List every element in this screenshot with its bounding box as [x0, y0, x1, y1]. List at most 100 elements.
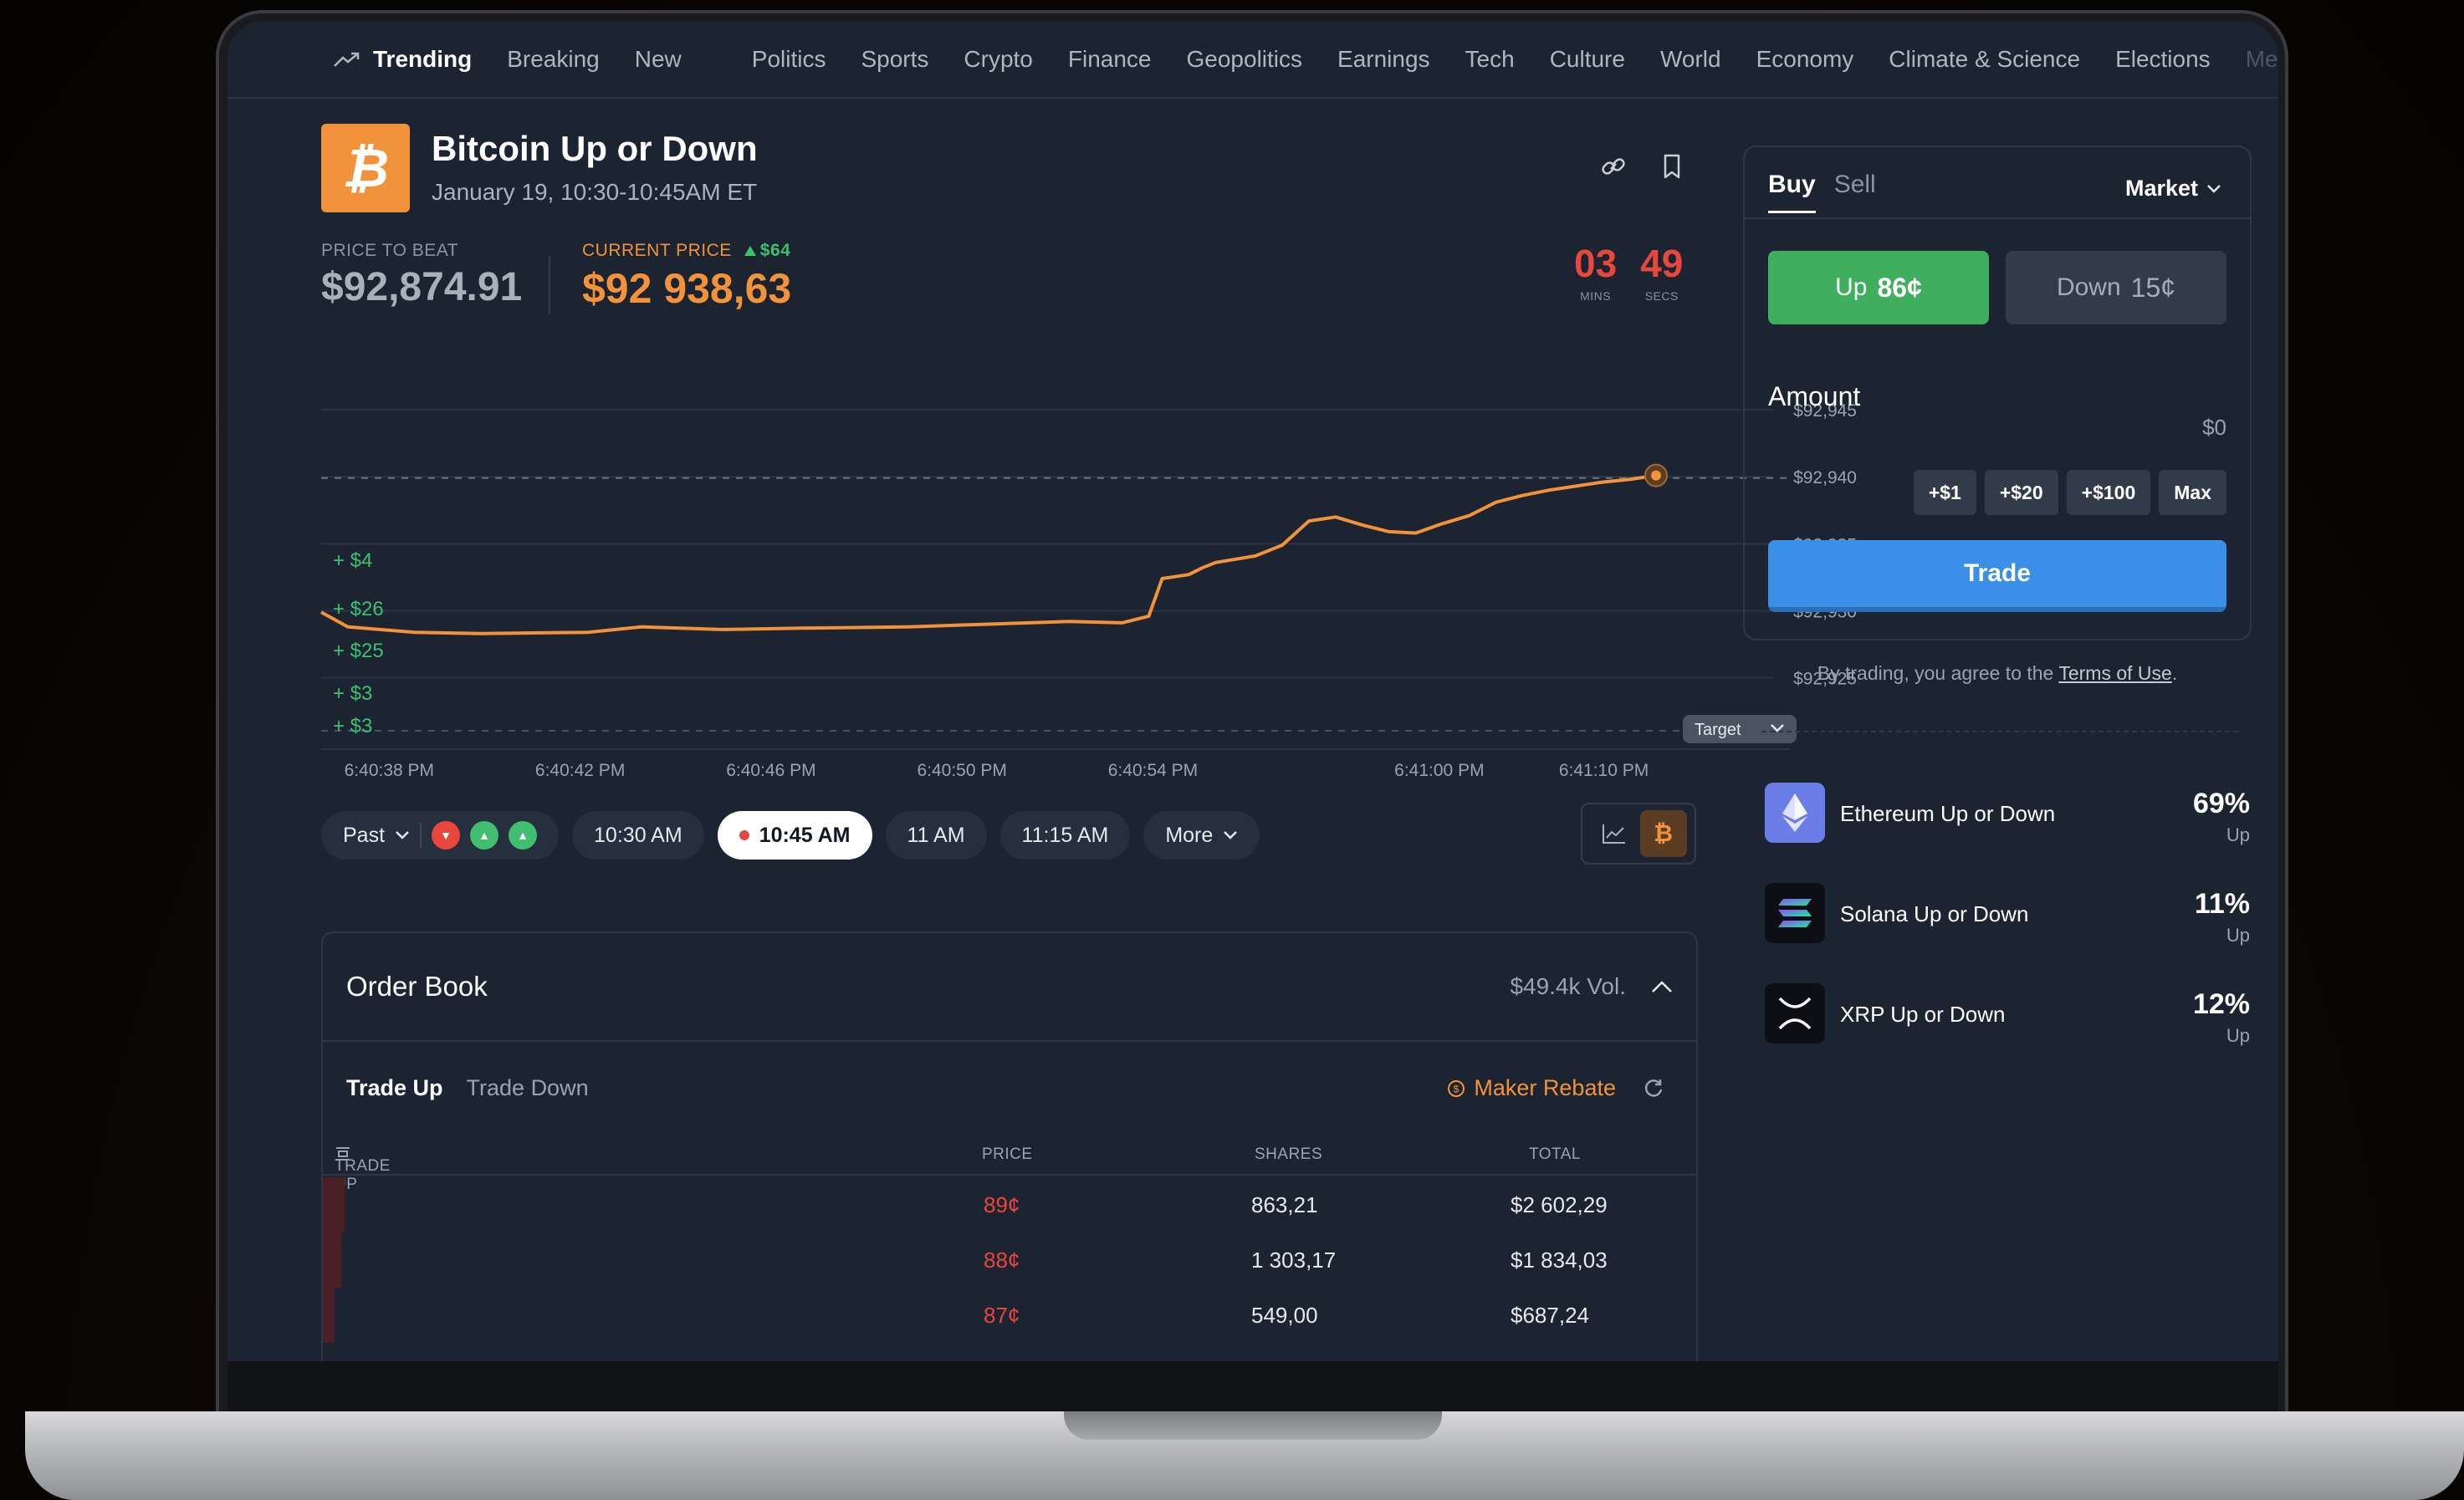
order-book-row[interactable]: 88¢ 1 303,17 $1 834,03	[323, 1232, 1696, 1288]
order-total: $1 834,03	[1511, 1247, 1608, 1273]
buy-down-button[interactable]: Down 15¢	[2006, 251, 2226, 324]
bitcoin-logo-icon: ₿	[321, 124, 410, 212]
trade-label: + $3	[333, 715, 372, 737]
trade-panel-divider	[1745, 217, 2250, 219]
past-rounds-dropdown[interactable]: Past ▼ ▲ ▲	[321, 811, 560, 860]
tab-trade-down[interactable]: Trade Down	[467, 1075, 589, 1101]
related-sub: Up	[2226, 824, 2250, 845]
order-price: 89¢	[984, 1192, 1020, 1217]
terms-notice: By trading, you agree to the Terms of Us…	[1743, 662, 2252, 685]
terms-text: By trading, you agree to the	[1817, 662, 2054, 684]
buy-up-button[interactable]: Up 86¢	[1768, 251, 1989, 324]
laptop-notch	[1064, 1411, 1442, 1440]
order-book-header[interactable]: Order Book $49.4k Vol.	[323, 933, 1696, 1042]
app-screen: Trending Breaking New Politics Sports Cr…	[227, 22, 2278, 1361]
quick-amount-100[interactable]: +$100	[2066, 470, 2151, 515]
x-tick-label: 6:40:42 PM	[535, 761, 625, 780]
order-book-row[interactable]: 89¢ 863,21 $2 602,29	[323, 1177, 1696, 1232]
quick-amount-max[interactable]: Max	[2159, 470, 2226, 515]
category-nav: Trending Breaking New Politics Sports Cr…	[227, 22, 2278, 99]
order-total: $2 602,29	[1511, 1192, 1608, 1217]
related-market-xrp[interactable]: XRP Up or Down 12% Up	[1765, 980, 2250, 1047]
maker-rebate-label: Maker Rebate	[1474, 1075, 1616, 1100]
time-pill-1115[interactable]: 11:15 AM	[999, 811, 1131, 860]
chevron-up-icon[interactable]	[1651, 980, 1673, 993]
nav-item-more[interactable]: Me	[2246, 46, 2278, 73]
more-rounds-dropdown[interactable]: More	[1143, 811, 1260, 860]
current-price-label-row: CURRENT PRICE $64	[582, 241, 790, 261]
nav-item-tech[interactable]: Tech	[1465, 46, 1515, 73]
nav-item-breaking[interactable]: Breaking	[507, 46, 600, 73]
bookmark-icon[interactable]	[1658, 152, 1686, 181]
nav-item-earnings[interactable]: Earnings	[1337, 46, 1430, 73]
price-chart[interactable]: $92,945$92,940$92,935$92,930$92,9256:40:…	[311, 373, 1976, 791]
depth-bar	[323, 1177, 345, 1232]
nav-item-culture[interactable]: Culture	[1550, 46, 1625, 73]
tab-buy[interactable]: Buy	[1768, 171, 1816, 213]
quick-amount-20[interactable]: +$20	[1984, 470, 2058, 515]
trade-label: + $26	[333, 598, 384, 620]
price-delta: $64	[744, 241, 791, 261]
target-label: Target	[1695, 721, 1741, 739]
bitcoin-price-toggle[interactable]: ₿	[1639, 810, 1687, 857]
amount-input[interactable]: $0	[2202, 415, 2226, 441]
col-price: PRICE	[982, 1145, 1033, 1163]
maker-rebate-link[interactable]: $ Maker Rebate	[1447, 1075, 1616, 1101]
nav-item-elections[interactable]: Elections	[2115, 46, 2211, 73]
nav-item-new[interactable]: New	[635, 46, 682, 73]
depth-bar	[323, 1288, 335, 1343]
x-tick-label: 6:40:54 PM	[1108, 761, 1198, 780]
nav-item-finance[interactable]: Finance	[1068, 46, 1152, 73]
line-chart-toggle[interactable]	[1591, 810, 1638, 857]
up-price: 86¢	[1877, 272, 1922, 303]
down-price: 15¢	[2130, 272, 2176, 303]
trade-label: + $4	[333, 549, 372, 572]
up-label: Up	[1835, 273, 1868, 301]
order-type-dropdown[interactable]: Market	[2125, 176, 2221, 202]
order-book-title: Order Book	[346, 971, 488, 1002]
tab-sell[interactable]: Sell	[1834, 171, 1876, 213]
nav-item-trending[interactable]: Trending	[333, 46, 472, 73]
refresh-icon[interactable]	[1643, 1077, 1664, 1099]
nav-item-sports[interactable]: Sports	[861, 46, 928, 73]
countdown-mins: 03 MINS	[1574, 244, 1617, 303]
terms-link[interactable]: Terms of Use	[2058, 662, 2171, 684]
trade-label: + $3	[333, 682, 372, 705]
quick-amount-1[interactable]: +$1	[1913, 470, 1976, 515]
trade-button[interactable]: Trade	[1768, 540, 2226, 612]
more-label: More	[1165, 823, 1214, 847]
screen-bottom-bezel	[227, 1361, 2278, 1411]
col-trade-up: TRADE UP	[335, 1145, 390, 1193]
related-market-ethereum[interactable]: Ethereum Up or Down 69% Up	[1765, 779, 2250, 846]
depth-bar	[323, 1232, 341, 1288]
time-pill-11[interactable]: 11 AM	[885, 811, 987, 860]
order-book: Order Book $49.4k Vol. Trade Up Trade Do…	[321, 931, 1698, 1361]
order-shares: 1 303,17	[1251, 1247, 1337, 1273]
col-shares: SHARES	[1255, 1145, 1323, 1163]
countdown-secs-label: SECS	[1644, 289, 1679, 303]
buy-sell-tabs: Buy Sell	[1768, 171, 1876, 213]
nav-item-crypto[interactable]: Crypto	[964, 46, 1032, 73]
amount-label: Amount	[1768, 381, 1861, 411]
related-market-solana[interactable]: Solana Up or Down 11% Up	[1765, 880, 2250, 946]
price-delta-value: $64	[759, 241, 791, 260]
order-book-row[interactable]: 87¢ 549,00 $687,24	[323, 1288, 1696, 1343]
chevron-down-icon	[2207, 184, 2221, 193]
order-price: 87¢	[984, 1303, 1020, 1328]
triangle-up-icon	[744, 246, 756, 256]
order-shares: 549,00	[1251, 1303, 1318, 1328]
nav-item-world[interactable]: World	[1660, 46, 1721, 73]
nav-item-climate-science[interactable]: Climate & Science	[1889, 46, 2080, 73]
x-tick-label: 6:41:00 PM	[1394, 761, 1484, 780]
result-up-icon: ▲	[470, 821, 499, 849]
time-pill-1030[interactable]: 10:30 AM	[572, 811, 704, 860]
tab-trade-up[interactable]: Trade Up	[346, 1075, 443, 1101]
market-title: Bitcoin Up or Down	[432, 129, 758, 168]
nav-item-economy[interactable]: Economy	[1756, 46, 1854, 73]
link-icon[interactable]	[1599, 152, 1628, 181]
time-pill-1045[interactable]: 10:45 AM	[717, 811, 872, 860]
nav-item-geopolitics[interactable]: Geopolitics	[1187, 46, 1303, 73]
order-book-volume: $49.4k Vol.	[1510, 973, 1626, 999]
chart-view-toggle: ₿	[1581, 803, 1696, 865]
nav-item-politics[interactable]: Politics	[752, 46, 826, 73]
